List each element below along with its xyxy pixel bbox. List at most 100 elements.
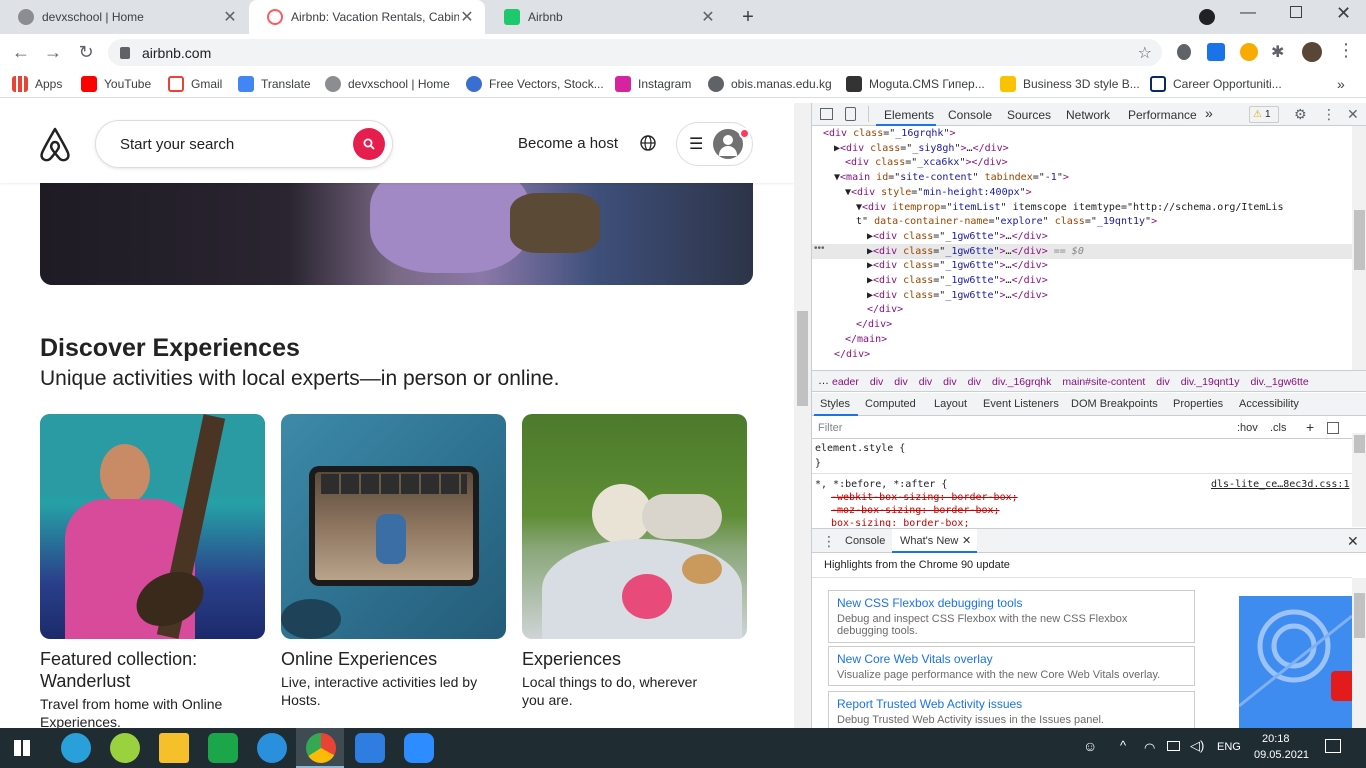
close-drawer-tab-icon[interactable]: ✕: [962, 534, 971, 547]
tab-airbnb[interactable]: Airbnb ✕: [486, 0, 726, 34]
filter-input[interactable]: Filter: [818, 422, 842, 434]
experience-card-online-image[interactable]: [281, 414, 506, 639]
whats-new-item[interactable]: New Core Web Vitals overlay Visualize pa…: [828, 646, 1195, 686]
bookmark-star-icon[interactable]: ☆: [1138, 43, 1152, 63]
back-icon[interactable]: ←: [8, 38, 34, 66]
tab-accessibility[interactable]: Accessibility: [1239, 398, 1299, 410]
node-ellipsis-icon[interactable]: •••: [814, 243, 825, 254]
bookmark-business3d[interactable]: Business 3D style B...: [1000, 70, 1140, 98]
breadcrumb-item[interactable]: div._1gw6tte: [1251, 376, 1309, 388]
tab-airbnb-active[interactable]: Airbnb: Vacation Rentals, Cabins, ✕: [249, 0, 485, 34]
drawer-tab-console[interactable]: Console: [845, 535, 885, 547]
forward-icon[interactable]: →: [40, 38, 66, 66]
device-toolbar-icon[interactable]: [845, 107, 856, 121]
breadcrumb-item[interactable]: div: [1156, 376, 1169, 388]
whats-new-link[interactable]: Report Trusted Web Activity issues: [837, 697, 1022, 711]
close-window-icon[interactable]: ✕: [1336, 3, 1351, 24]
dom-node-line[interactable]: </main>: [845, 333, 887, 348]
profile-avatar[interactable]: [1302, 42, 1322, 62]
close-devtools-icon[interactable]: ✕: [1347, 106, 1359, 123]
new-style-rule-icon[interactable]: +: [1306, 419, 1314, 435]
address-bar[interactable]: airbnb.com ☆: [108, 39, 1162, 66]
page-scrollbar[interactable]: [794, 103, 811, 728]
clock-time[interactable]: 20:18: [1262, 733, 1290, 745]
cls-toggle[interactable]: .cls: [1270, 422, 1287, 434]
card-title[interactable]: Featured collection: Wanderlust: [40, 648, 240, 692]
dom-node-line[interactable]: ▼<main id="site-content" tabindex="-1">: [834, 171, 1069, 186]
breadcrumb-item[interactable]: div: [943, 376, 956, 388]
people-icon[interactable]: ☺: [1083, 738, 1097, 754]
become-host-link[interactable]: Become a host: [518, 135, 618, 152]
settings-gear-icon[interactable]: ⚙: [1294, 106, 1307, 123]
dom-scrollbar[interactable]: [1352, 126, 1366, 370]
card-title[interactable]: Experiences: [522, 648, 742, 670]
chrome-menu-icon[interactable]: ⋮: [1337, 40, 1355, 61]
extension-bug-icon[interactable]: [1177, 44, 1191, 60]
style-property[interactable]: box-sizing: border-box;: [831, 517, 969, 527]
whats-new-item[interactable]: Report Trusted Web Activity issues Debug…: [828, 691, 1195, 728]
user-menu-button[interactable]: ☰: [676, 122, 753, 166]
reload-icon[interactable]: ↻: [73, 38, 99, 66]
extensions-puzzle-icon[interactable]: ✱: [1271, 42, 1284, 62]
dom-node-line[interactable]: ▼<div style="min-height:400px">: [845, 186, 1032, 201]
dom-node-line[interactable]: ▶<div class="_1gw6tte">…</div>: [867, 274, 1048, 289]
extension-circle-icon[interactable]: [1240, 43, 1258, 61]
search-button[interactable]: [353, 128, 385, 160]
bookmark-career[interactable]: Career Opportuniti...: [1150, 70, 1282, 98]
clock-date[interactable]: 09.05.2021: [1254, 749, 1309, 761]
dom-node-line[interactable]: </div>: [834, 348, 870, 363]
dom-node-line[interactable]: ▶<div class="_1gw6tte">…</div>: [867, 230, 1048, 245]
language-indicator[interactable]: ENG: [1217, 741, 1241, 753]
dom-node-line[interactable]: ▶<div class="_1gw6tte">…</div>: [867, 259, 1048, 274]
windows-start-icon[interactable]: [14, 740, 30, 756]
bookmark-moguta[interactable]: Moguta.CMS Гипер...: [846, 70, 985, 98]
dom-node-line[interactable]: </div>: [867, 303, 903, 318]
breadcrumb-item[interactable]: div._16grqhk: [992, 376, 1051, 388]
tab-devxschool[interactable]: devxschool | Home ✕: [0, 0, 248, 34]
battery-icon[interactable]: [1167, 741, 1180, 751]
bookmark-devxschool[interactable]: devxschool | Home: [325, 70, 450, 98]
camtasia-icon[interactable]: [208, 733, 238, 763]
minimize-icon[interactable]: —: [1240, 4, 1256, 22]
experience-card-wanderlust-image[interactable]: [40, 414, 265, 639]
breadcrumb-item[interactable]: div: [894, 376, 907, 388]
airbnb-logo-icon[interactable]: [38, 126, 72, 162]
tray-chevron-icon[interactable]: ^: [1120, 738, 1126, 753]
breadcrumb-ellipsis[interactable]: …: [818, 375, 829, 387]
xampp-icon[interactable]: [355, 733, 385, 763]
drawer-scrollbar[interactable]: [1352, 578, 1366, 728]
dom-node-line[interactable]: </div>: [856, 318, 892, 333]
whats-new-link[interactable]: New Core Web Vitals overlay: [837, 652, 993, 666]
experience-card-experiences-image[interactable]: [522, 414, 747, 639]
dom-node-line[interactable]: ▶<div class="_1gw6tte">…</div>: [867, 289, 1048, 304]
drawer-tab-whats-new-active[interactable]: What's New ✕: [892, 529, 977, 553]
dom-node-line[interactable]: ▼<div itemprop="itemList" itemscope item…: [856, 201, 1284, 216]
dom-node-line[interactable]: <div class="_xca6kx"></div>: [845, 156, 1008, 171]
tab-network[interactable]: Network: [1066, 108, 1110, 122]
bookmark-obis[interactable]: obis.manas.edu.kg: [708, 70, 832, 98]
search-bar[interactable]: Start your search: [95, 120, 393, 168]
tab-console[interactable]: Console: [948, 108, 992, 122]
breadcrumb-item[interactable]: div: [919, 376, 932, 388]
tab-computed[interactable]: Computed: [865, 398, 916, 410]
telegram-icon[interactable]: [61, 733, 91, 763]
edge-icon[interactable]: [257, 733, 287, 763]
breadcrumb-item[interactable]: div._19qnt1y: [1181, 376, 1240, 388]
warnings-badge[interactable]: ⚠ 1: [1249, 106, 1279, 123]
app-leaf-icon[interactable]: [110, 733, 140, 763]
more-tabs-icon[interactable]: »: [1205, 105, 1213, 121]
bookmark-gmail[interactable]: Gmail: [168, 70, 222, 98]
breadcrumb-item[interactable]: main#site-content: [1062, 376, 1145, 388]
bookmark-freevectors[interactable]: Free Vectors, Stock...: [466, 70, 604, 98]
breadcrumb-item[interactable]: eader: [832, 376, 859, 388]
breadcrumb-item[interactable]: div: [870, 376, 883, 388]
bookmark-youtube[interactable]: YouTube: [81, 70, 151, 98]
devtools-menu-icon[interactable]: ⋮: [1322, 106, 1336, 123]
chrome-icon[interactable]: [306, 733, 336, 763]
tab-search-icon[interactable]: [1199, 9, 1215, 25]
tab-sources[interactable]: Sources: [1007, 108, 1051, 122]
maximize-icon[interactable]: [1290, 6, 1302, 18]
close-tab-icon[interactable]: ✕: [459, 7, 475, 27]
bookmark-instagram[interactable]: Instagram: [615, 70, 691, 98]
globe-language-icon[interactable]: [640, 135, 656, 151]
